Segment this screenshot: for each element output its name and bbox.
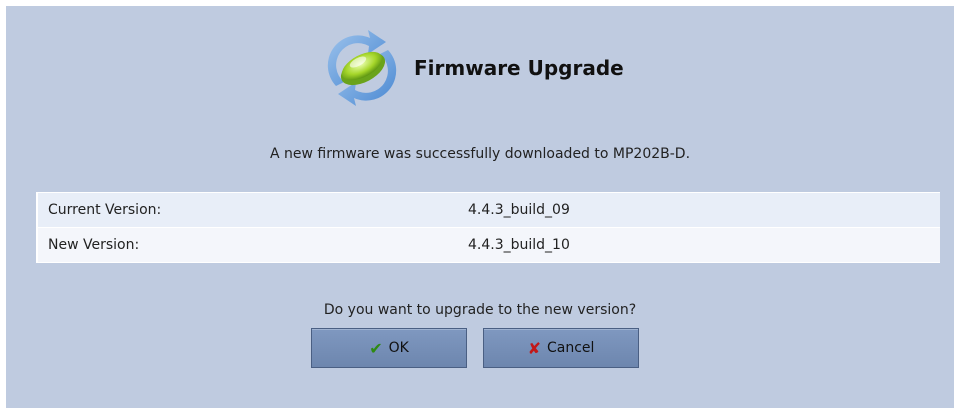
checkmark-icon: ✔ (369, 338, 383, 358)
cancel-button[interactable]: ✘ Cancel (483, 328, 639, 368)
dialog-title: Firmware Upgrade (414, 56, 624, 80)
new-version-label: New Version: (48, 237, 140, 253)
status-message: A new firmware was successfully download… (269, 146, 691, 162)
current-version-label: Current Version: (48, 202, 162, 218)
cancel-button-label: Cancel (546, 340, 595, 356)
dialog-panel: Firmware Upgrade A new firmware was succ… (6, 6, 954, 408)
button-bar: ✔ OK ✘ Cancel (311, 328, 639, 368)
current-version-value: 4.4.3_build_09 (468, 202, 570, 218)
upgrade-question: Do you want to upgrade to the new versio… (323, 302, 637, 318)
dialog-header: Firmware Upgrade (318, 24, 624, 110)
new-version-value: 4.4.3_build_10 (468, 237, 570, 253)
ok-button-label: OK (388, 340, 409, 356)
x-icon: ✘ (527, 338, 541, 358)
ok-button[interactable]: ✔ OK (311, 328, 467, 368)
table-row: New Version: 4.4.3_build_10 (36, 228, 940, 262)
version-table: Current Version: 4.4.3_build_09 New Vers… (36, 192, 940, 263)
table-row: Current Version: 4.4.3_build_09 (36, 193, 940, 228)
firmware-upgrade-icon (327, 30, 397, 106)
